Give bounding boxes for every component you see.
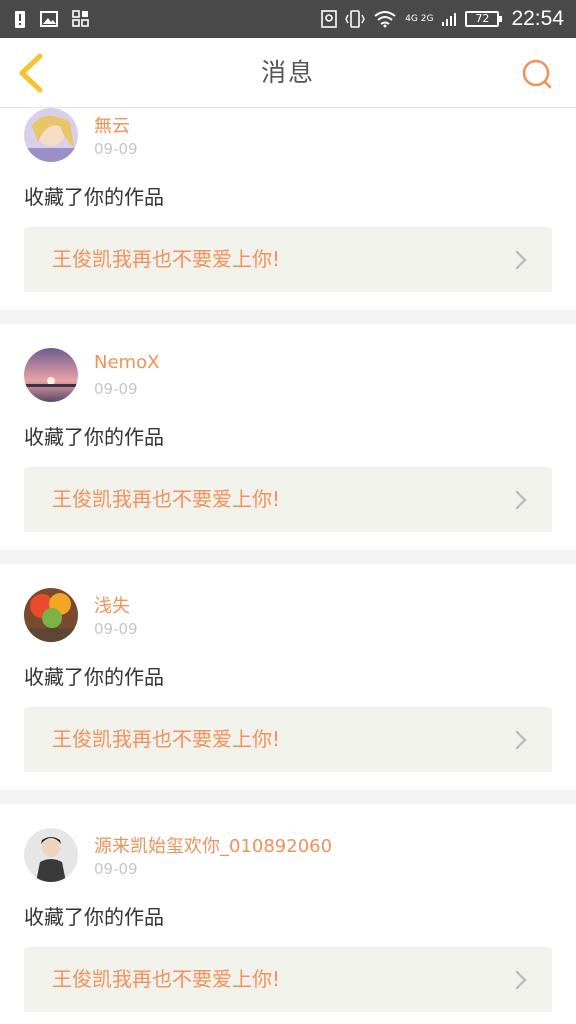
work-link[interactable]: 王俊凯我再也不要爱上你! bbox=[24, 707, 552, 772]
timestamp: 09-09 bbox=[94, 380, 138, 398]
action-text: 收藏了你的作品 bbox=[24, 425, 164, 449]
apps-icon bbox=[72, 10, 89, 27]
timestamp: 09-09 bbox=[94, 140, 138, 158]
status-bar: 4G 2G 72 22:54 bbox=[0, 0, 576, 38]
alert-icon bbox=[15, 11, 25, 28]
search-icon[interactable] bbox=[520, 57, 554, 91]
notification-item[interactable]: 浅失 09-09 收藏了你的作品 王俊凯我再也不要爱上你! bbox=[0, 564, 576, 790]
work-link[interactable]: 王俊凯我再也不要爱上你! bbox=[24, 947, 552, 1012]
timestamp: 09-09 bbox=[94, 620, 138, 638]
nav-bar: 消息 bbox=[0, 38, 576, 108]
battery-level: 72 bbox=[475, 12, 490, 25]
vibrate-icon bbox=[345, 10, 365, 28]
chevron-right-icon bbox=[515, 250, 527, 270]
work-title: 王俊凯我再也不要爱上你! bbox=[52, 727, 281, 751]
page-title: 消息 bbox=[260, 58, 315, 87]
timestamp: 09-09 bbox=[94, 860, 138, 878]
action-text: 收藏了你的作品 bbox=[24, 905, 164, 929]
avatar[interactable] bbox=[24, 348, 78, 402]
work-title: 王俊凯我再也不要爱上你! bbox=[52, 247, 281, 271]
image-icon bbox=[40, 11, 58, 27]
chevron-right-icon bbox=[515, 970, 527, 990]
avatar[interactable] bbox=[24, 828, 78, 882]
username[interactable]: NemoX bbox=[94, 352, 159, 373]
chevron-right-icon bbox=[515, 730, 527, 750]
chevron-right-icon bbox=[515, 490, 527, 510]
work-title: 王俊凯我再也不要爱上你! bbox=[52, 967, 281, 991]
avatar[interactable] bbox=[24, 108, 78, 162]
work-title: 王俊凯我再也不要爱上你! bbox=[52, 487, 281, 511]
username[interactable]: 無云 bbox=[94, 112, 130, 138]
username[interactable]: 源来凯始玺欢你_010892060 bbox=[94, 832, 332, 858]
notification-list[interactable]: 無云 09-09 收藏了你的作品 王俊凯我再也不要爱上你! NemoX 09-0… bbox=[0, 108, 576, 1024]
location-icon bbox=[321, 10, 337, 28]
action-text: 收藏了你的作品 bbox=[24, 185, 164, 209]
avatar[interactable] bbox=[24, 588, 78, 642]
work-link[interactable]: 王俊凯我再也不要爱上你! bbox=[24, 227, 552, 292]
wifi-icon bbox=[374, 11, 396, 28]
notification-item[interactable]: NemoX 09-09 收藏了你的作品 王俊凯我再也不要爱上你! bbox=[0, 324, 576, 550]
clock: 22:54 bbox=[511, 7, 564, 30]
username[interactable]: 浅失 bbox=[94, 592, 130, 618]
network-type: 4G 2G bbox=[405, 13, 434, 24]
battery-icon: 72 bbox=[465, 11, 503, 27]
signal-icon bbox=[442, 13, 457, 26]
action-text: 收藏了你的作品 bbox=[24, 665, 164, 689]
notification-item[interactable]: 源来凯始玺欢你_010892060 09-09 收藏了你的作品 王俊凯我再也不要… bbox=[0, 804, 576, 1024]
work-link[interactable]: 王俊凯我再也不要爱上你! bbox=[24, 467, 552, 532]
notification-item[interactable]: 無云 09-09 收藏了你的作品 王俊凯我再也不要爱上你! bbox=[0, 108, 576, 310]
